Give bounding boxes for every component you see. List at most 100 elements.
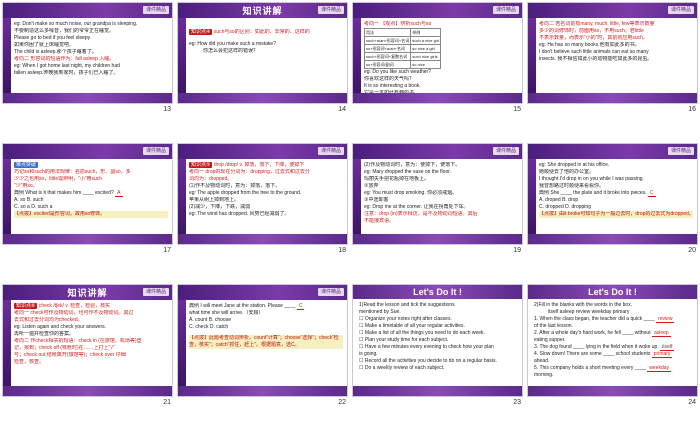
slide-footer <box>353 93 522 103</box>
slide-header: 课件精品 <box>3 144 172 159</box>
line: 记，报到；check off (核账时)在……上打上“√” <box>14 345 115 351</box>
line: I don't believe such little animals can … <box>539 49 649 55</box>
line: 如果你困了就上床睡觉吧。 <box>14 42 75 48</box>
slide-header: 课件精品 <box>353 144 522 159</box>
slide-tag: 课件精品 <box>142 6 169 14</box>
slide-footer <box>3 386 172 396</box>
slide-number: 19 <box>513 247 521 254</box>
intro-badge: 难点突破 <box>14 162 39 168</box>
slide-body: 难点突破 巧记so和such的用法规律：名前such，形、副so，多 少少之也用… <box>14 162 168 232</box>
line: (1)作不及物动词时，意为：掉落，落下。 <box>189 183 281 189</box>
slide-number: 17 <box>163 247 171 254</box>
slide-header: 课件精品 <box>353 3 522 18</box>
options: C. check D. catch <box>189 324 229 330</box>
answer: C <box>647 190 656 197</box>
slide-13[interactable]: 课件精品 eg: Don't make so much noise, our g… <box>2 2 173 104</box>
question: 典例 She ____ the plate and it broke into … <box>539 190 647 196</box>
fill-line: 2. After a whole day's hard work, he fel… <box>534 330 693 337</box>
fill-line: 1. When the class began, the teacher did… <box>534 316 693 323</box>
line: ③中途卸客 <box>364 197 389 203</box>
checkbox-item[interactable]: ☐ Record all the activities you decide t… <box>359 358 518 365</box>
options: A. count B. choose <box>189 317 231 323</box>
slide-sidebar <box>353 18 361 93</box>
line: what time she will arrive.（安顺） <box>189 310 264 316</box>
slide-20[interactable]: 课件精品 eg: She dropped in at his office. 她… <box>527 143 698 245</box>
point-line: 知识点④ such与so的区别：如此的、非常的、这样的 <box>189 29 343 36</box>
slide-16[interactable]: 课件精品 考向二 若名词前有many, much, little, few等表示… <box>527 2 698 104</box>
slide-header: 知识讲解 课件精品 <box>3 285 172 300</box>
line: 注意：drop (in)表示拜访，是不及物动词短语，其后 <box>364 211 478 217</box>
slide-sidebar <box>3 300 11 386</box>
slide-body: 典例 I will meet Jane at the station. Plea… <box>189 303 343 384</box>
slide-sidebar <box>528 159 536 234</box>
table-header: 举例 <box>410 28 441 37</box>
slide-title: Let's Do It ! <box>353 285 522 299</box>
line: fallen asleep.昨晚我到家时，孩子们已入睡了。 <box>14 70 119 76</box>
line: insects. 我不相信如此小的动物能吃如此多的昆虫。 <box>539 56 653 62</box>
slide-21[interactable]: 知识讲解 课件精品 知识点⑥ check /tʃek/ v. 检查，检验，核实 考… <box>2 284 173 397</box>
point-heading: such与so的区别：如此的、非常的、这样的 <box>213 29 310 35</box>
line: 2)Fill in the blanks with the words in t… <box>534 302 633 308</box>
line: 她顺便去了他的办公室。 <box>539 169 595 175</box>
line: 不能接宾语。 <box>364 218 395 224</box>
checkbox-item[interactable]: ☐ Plan your study time for each subject. <box>359 337 518 344</box>
slide-footer <box>3 234 172 244</box>
slide-header: 课件精品 <box>528 144 697 159</box>
slide-14[interactable]: 知识讲解 课件精品 知识点④ such与so的区别：如此的、非常的、这样的 eg:… <box>177 2 348 104</box>
tip-note: 【点拨】excited是形容词，故用so修饰。 <box>14 211 168 218</box>
point-line: 知识点⑥ check /tʃek/ v. 检查，检验，核实 <box>14 303 168 310</box>
question-line: 典例 What is it that makes him ____ excite… <box>14 190 168 197</box>
line: 少少之也用so，little需辨明，“小”用such <box>14 176 103 182</box>
checkbox-item[interactable]: ☐ Have a few minutes every evening to ch… <box>359 344 518 351</box>
checkbox-item[interactable]: ☐ Make a timetable of all your regular a… <box>359 323 518 330</box>
slide-heading: 考向一 【观点】辨析such与so <box>364 21 432 27</box>
slide-footer <box>178 93 347 103</box>
slide-tag: 课件精品 <box>142 147 169 155</box>
slide-24[interactable]: Let's Do It ! 2)Fill in the blanks with … <box>527 284 698 397</box>
point-badge: 知识点④ <box>189 29 213 35</box>
line: ahead. <box>534 358 550 364</box>
line: 多少的词修饰时，前面用so，不用such。若little <box>539 28 644 34</box>
slide-tag: 课件精品 <box>667 6 694 14</box>
slide-header: 课件精品 <box>178 144 347 159</box>
slide-number: 16 <box>688 106 696 113</box>
slide-22[interactable]: 课件精品 典例 I will meet Jane at the station.… <box>177 284 348 397</box>
slide-18[interactable]: 课件精品 知识点⑤ drop /drɒp/ v. 掉落，落下，下降，使掉下 考向… <box>177 143 348 245</box>
slide-tag: 课件精品 <box>667 147 694 155</box>
sentence: 3. The dog found ____ lying in the field… <box>534 344 659 350</box>
options: A. so B. such <box>14 197 44 203</box>
line: “少”用so。 <box>14 183 38 189</box>
slide-19[interactable]: 课件精品 (2)作及物动词时，意为：使掉下，使落下。 eg: Mary drop… <box>352 143 523 245</box>
line: Please go to bed if you feel sleepy. <box>14 35 92 41</box>
line: 考向一 check可作及物动词，也可作不及物动词。其过 <box>14 310 134 316</box>
slide-header: 课件精品 <box>528 3 697 18</box>
checkbox-item[interactable]: ☐ Do a weekly review of each subject. <box>359 365 518 372</box>
slide-sidebar <box>3 159 11 234</box>
line: The child is asleep.那个孩子睡着了。 <box>14 49 97 55</box>
checkbox-item[interactable]: ☐ Organize your notes right after classe… <box>359 316 518 323</box>
slide-15[interactable]: 课件精品 考向一 【观点】辨析such与so 用法 举例 such+a/an+形容… <box>352 2 523 104</box>
options: A. droped B. drop <box>539 197 579 203</box>
slide-sidebar <box>178 300 186 386</box>
line: I thought I'd drop in on you while I was… <box>539 176 644 182</box>
slide-body: 考向二 若名词前有many, much, little, few等表示数量 多少… <box>539 21 693 91</box>
line: 检查，核查。 <box>14 359 45 365</box>
tip-note: 【点拨】由it broke可知句子为一般过去时，drop的过去式为dropped… <box>539 211 693 218</box>
line: ②放弃 <box>364 183 379 189</box>
slide-17[interactable]: 课件精品 难点突破 巧记so和such的用法规律：名前such，形、副so，多 … <box>2 143 173 245</box>
line: 考向二 作check相关的短语：check in (在旅馆、机场等)登 <box>14 338 142 344</box>
table-cell: such nice girls <box>410 52 441 61</box>
answer: weekday <box>647 365 672 372</box>
slide-23[interactable]: Let's Do It ! 1)Read the lesson and tick… <box>352 284 523 397</box>
slide-header: 知识讲解 课件精品 <box>178 3 347 18</box>
slide-header: 课件精品 <box>3 3 172 18</box>
answer: itself <box>660 344 675 351</box>
line: 去式和过去分词均为checked。 <box>14 317 83 323</box>
slide-body: (2)作及物动词时，意为：使掉下，使落下。 eg: Mary dropped t… <box>364 162 518 232</box>
slide-tag: 课件精品 <box>142 288 169 296</box>
slide-tag: 课件精品 <box>492 6 519 14</box>
sentence: 2. After a whole day's hard work, he fel… <box>534 330 651 336</box>
line: It is so interesting a book. <box>364 83 421 89</box>
checkbox-item[interactable]: ☐ Make a list of all the things you need… <box>359 330 518 337</box>
sentence: 4. Slow down! There are some ____ school… <box>534 351 651 357</box>
